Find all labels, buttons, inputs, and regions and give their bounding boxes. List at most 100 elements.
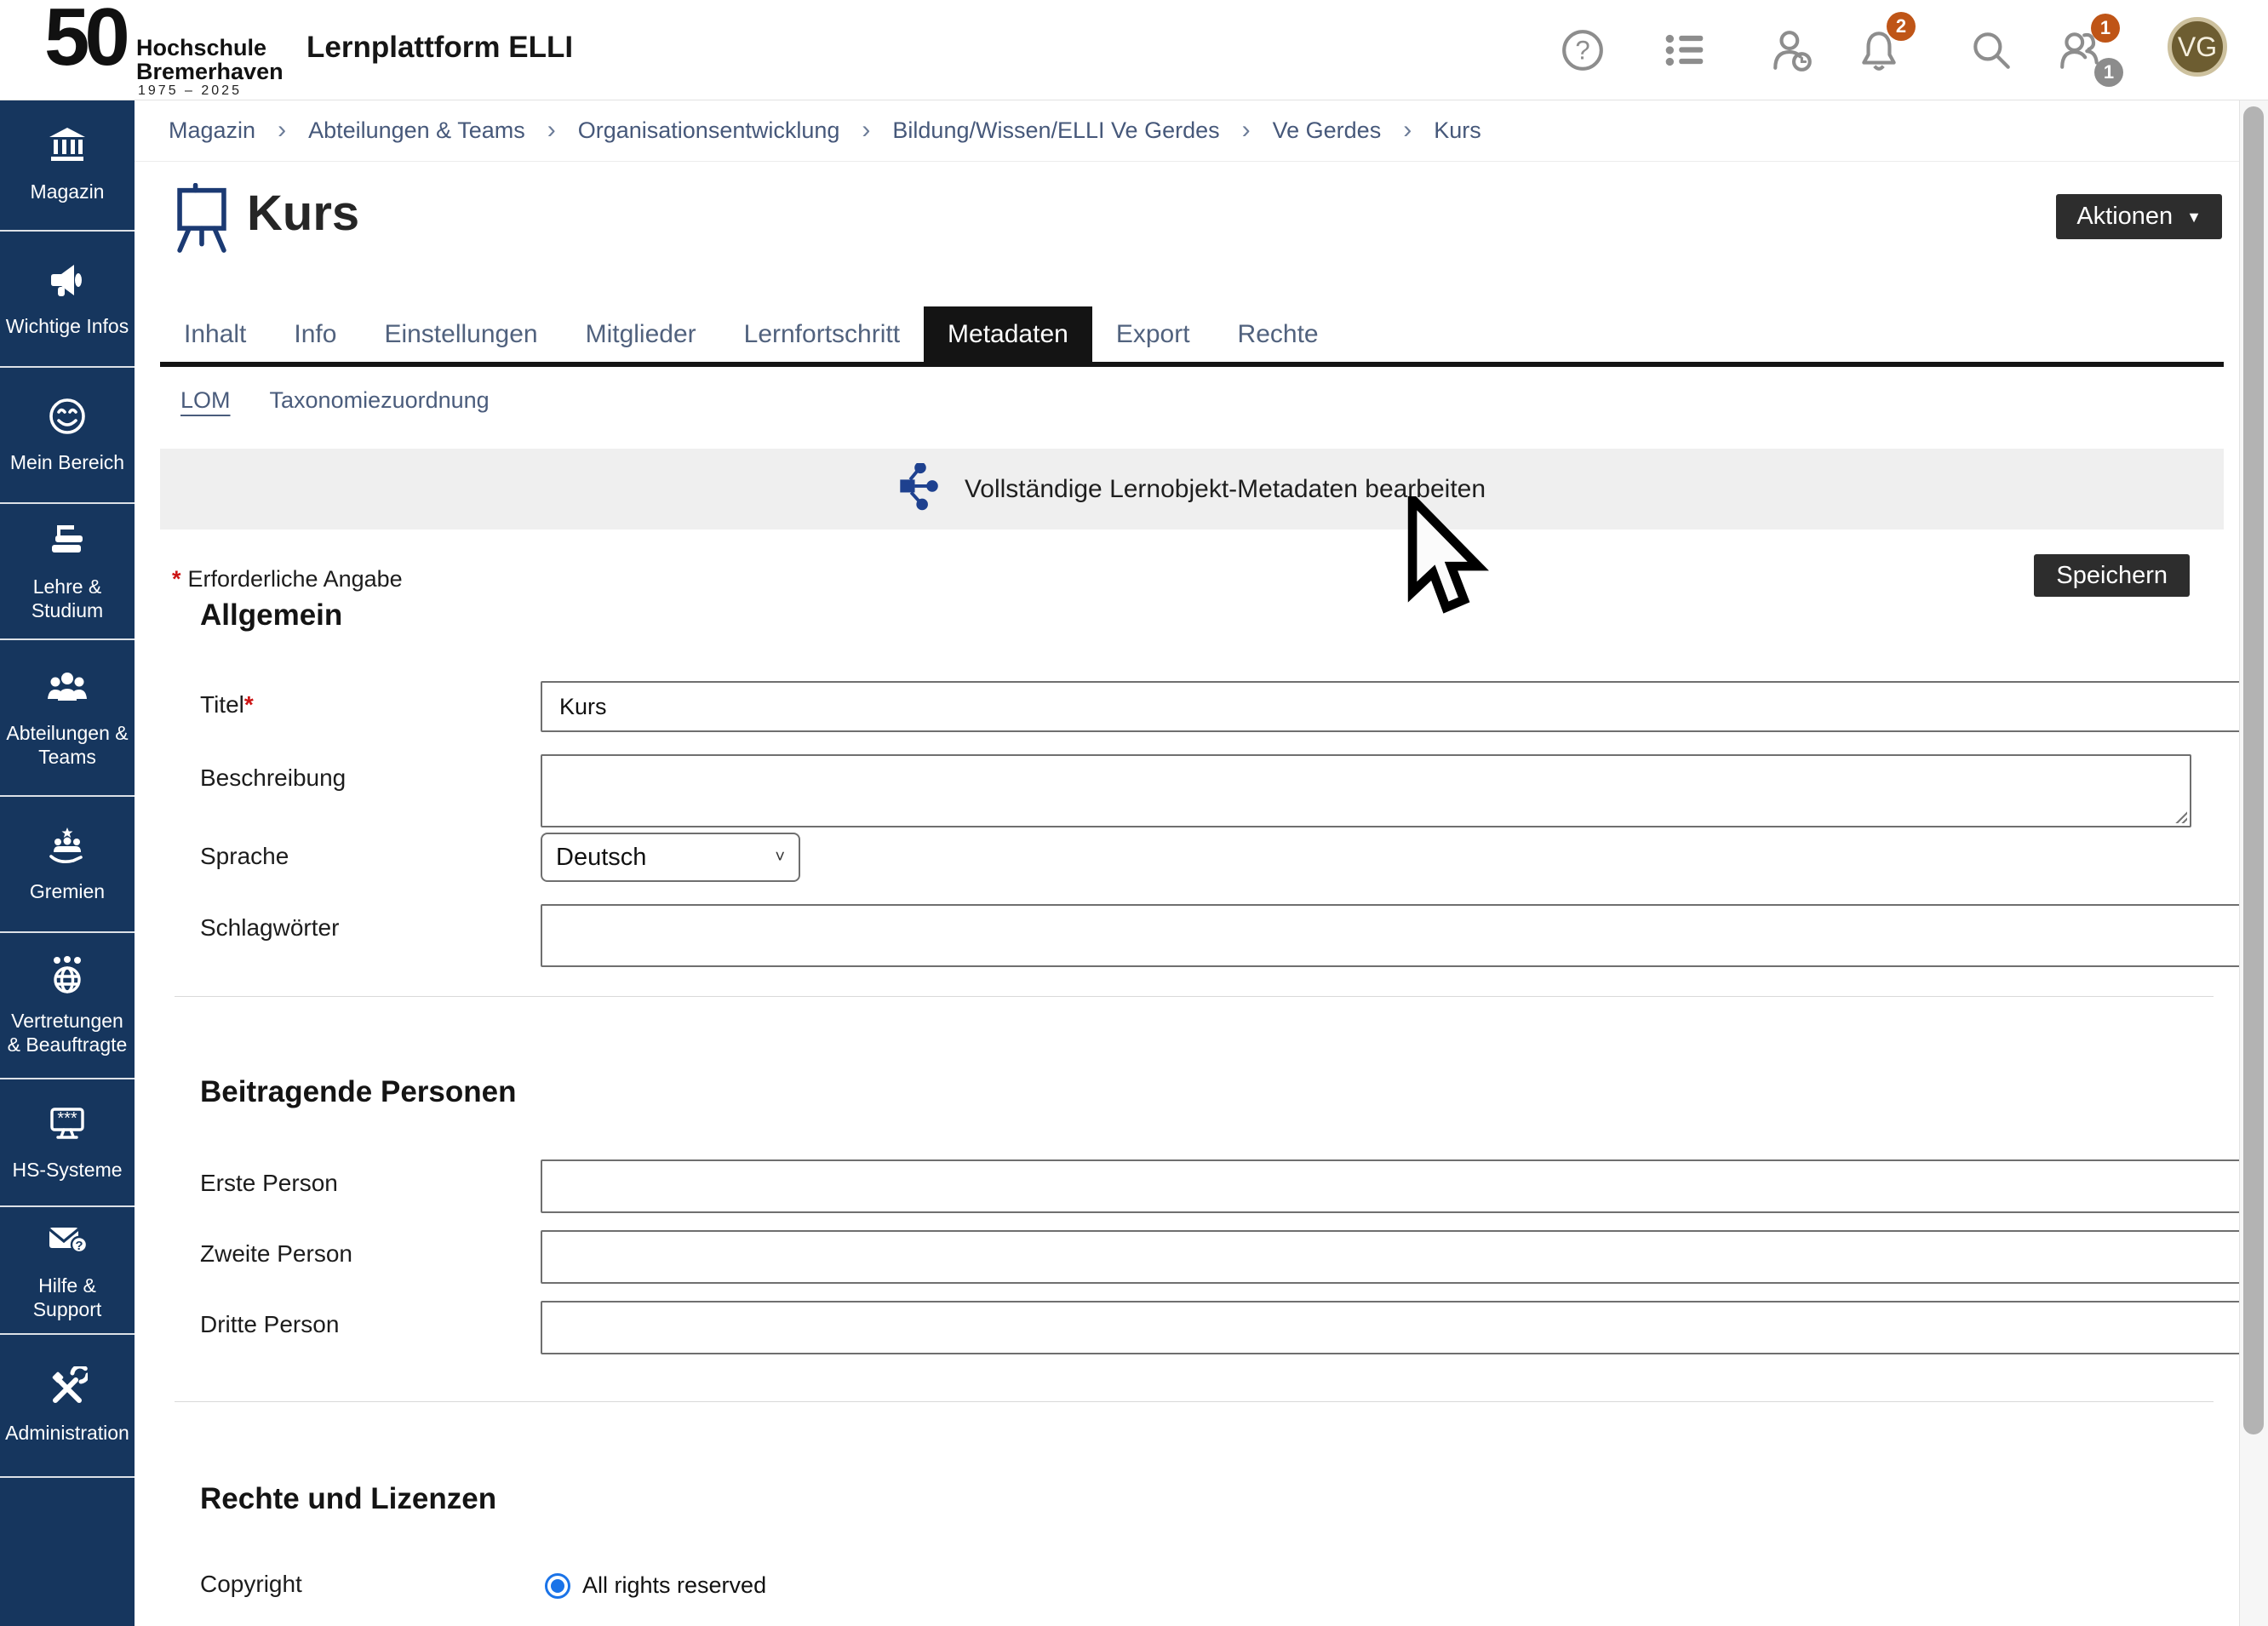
help-icon[interactable]: ? [1560, 27, 1606, 73]
tab-lernfortschritt[interactable]: Lernfortschritt [720, 306, 924, 362]
tab-inhalt[interactable]: Inhalt [160, 306, 270, 362]
chevron-right-icon: › [278, 116, 286, 145]
sidebar-item-label: Hilfe & Support [0, 1274, 135, 1320]
people-group-icon [47, 667, 88, 712]
sidebar-item-administration[interactable]: Administration [0, 1335, 135, 1478]
bank-icon [47, 125, 88, 170]
committee-icon [47, 825, 88, 870]
breadcrumb-item[interactable]: Magazin [169, 117, 255, 144]
sidebar-item-hs-systeme[interactable]: *** HS-Systeme [0, 1079, 135, 1207]
hochschule-bremerhaven-logo[interactable]: 50 Hochschule Bremerhaven 1975 – 2025 [44, 2, 300, 97]
scrollbar-thumb[interactable] [2243, 106, 2264, 1434]
avatar[interactable]: VG [2168, 17, 2227, 77]
sidebar-item-label: Magazin [27, 180, 108, 203]
breadcrumb-item[interactable]: Abteilungen & Teams [308, 117, 525, 144]
contacts-badge-other: 1 [2094, 58, 2123, 87]
copyright-radio-row: All rights reserved [545, 1572, 766, 1599]
sidebar-item-label: Mein Bereich [7, 451, 128, 474]
field-label-zweite-person: Zweite Person [200, 1240, 352, 1268]
sidebar-item-magazin[interactable]: Magazin [0, 100, 135, 232]
course-easel-icon [172, 183, 232, 259]
required-asterisk: * [244, 691, 254, 718]
logo-50: 50 [44, 0, 125, 78]
chevron-right-icon: › [547, 116, 556, 145]
aktionen-button[interactable]: Aktionen▼ [2056, 194, 2222, 239]
sidebar-item-label: HS-Systeme [9, 1159, 125, 1182]
subtab-lom[interactable]: LOM [180, 387, 231, 414]
app-title: Lernplattform ELLI [306, 31, 573, 65]
chevron-down-icon: ˅ [775, 848, 785, 867]
sidebar-item-mein-bereich[interactable]: Mein Bereich [0, 368, 135, 504]
field-label-copyright: Copyright [200, 1571, 302, 1598]
breadcrumb-item[interactable]: Bildung/Wissen/ELLI Ve Gerdes [892, 117, 1219, 144]
required-asterisk: * [172, 566, 181, 592]
app-window: 50 Hochschule Bremerhaven 1975 – 2025 Le… [0, 0, 2268, 1626]
section-title-beitragende: Beitragende Personen [200, 1075, 517, 1109]
sidebar-item-abteilungen-teams[interactable]: Abteilungen & Teams [0, 640, 135, 797]
tools-icon [47, 1366, 88, 1411]
sidebar-item-label: Lehre & Studium [0, 575, 135, 621]
svg-text:***: *** [57, 1109, 77, 1128]
erste-person-input[interactable] [541, 1159, 2268, 1213]
books-icon [47, 520, 88, 565]
top-header: 50 Hochschule Bremerhaven 1975 – 2025 Le… [0, 0, 2268, 100]
bell-icon[interactable]: 2 [1856, 27, 1902, 73]
tab-info[interactable]: Info [270, 306, 360, 362]
field-label-schlagwoerter: Schlagwörter [200, 914, 339, 942]
caret-down-icon: ▼ [2186, 209, 2202, 225]
notification-badge: 2 [1887, 12, 1916, 41]
tab-mitglieder[interactable]: Mitglieder [562, 306, 720, 362]
list-icon[interactable] [1662, 27, 1708, 73]
breadcrumb-item[interactable]: Organisationsentwicklung [578, 117, 840, 144]
field-label-dritte-person: Dritte Person [200, 1311, 339, 1338]
user-status-icon[interactable] [1769, 27, 1815, 73]
required-hint: *Erforderliche Angabe [172, 566, 403, 593]
banner-label: Vollständige Lernobjekt-Metadaten bearbe… [965, 475, 1486, 504]
section-title-allgemein: Allgemein [200, 598, 342, 633]
tab-metadaten[interactable]: Metadaten [924, 306, 1092, 362]
tab-rechte[interactable]: Rechte [1214, 306, 1343, 362]
contacts-icon[interactable]: 1 1 [2057, 27, 2103, 73]
sidebar-filler [0, 1478, 135, 1626]
sidebar-item-lehre-studium[interactable]: Lehre & Studium [0, 504, 135, 640]
globe-people-icon [47, 954, 88, 999]
sidebar-item-label: Wichtige Infos [3, 315, 132, 338]
sidebar-item-label: Administration [2, 1422, 133, 1445]
chevron-right-icon: › [1242, 116, 1251, 145]
search-icon[interactable] [1968, 27, 2014, 73]
field-label-sprache: Sprache [200, 843, 289, 870]
dritte-person-input[interactable] [541, 1301, 2268, 1354]
schlagwoerter-input[interactable] [541, 904, 2268, 967]
tab-export[interactable]: Export [1092, 306, 1214, 362]
edit-full-metadata-banner[interactable]: Vollständige Lernobjekt-Metadaten bearbe… [160, 449, 2224, 530]
sidebar-item-wichtige-infos[interactable]: Wichtige Infos [0, 232, 135, 368]
sprache-select[interactable]: Deutsch˅ [541, 833, 800, 882]
sidebar-item-hilfe-support[interactable]: ? Hilfe & Support [0, 1207, 135, 1335]
titel-input[interactable] [541, 681, 2268, 732]
section-divider [175, 1401, 2214, 1402]
breadcrumb: Magazin › Abteilungen & Teams › Organisati… [135, 100, 2239, 162]
sidebar-item-vertretungen[interactable]: Vertretungen & Beauftragte [0, 933, 135, 1079]
tab-einstellungen[interactable]: Einstellungen [360, 306, 561, 362]
field-label-erste-person: Erste Person [200, 1170, 338, 1197]
copyright-option-label: All rights reserved [582, 1572, 766, 1599]
breadcrumb-item[interactable]: Ve Gerdes [1273, 117, 1382, 144]
megaphone-icon [47, 260, 88, 305]
logo-line2: Bremerhaven [136, 60, 284, 83]
subtab-taxonomiezuordnung[interactable]: Taxonomiezuordnung [270, 387, 490, 414]
sidebar-item-gremien[interactable]: Gremien [0, 797, 135, 933]
logo-years: 1975 – 2025 [138, 83, 242, 99]
metadata-hub-icon [898, 463, 942, 515]
speichern-button[interactable]: Speichern [2034, 554, 2190, 597]
breadcrumb-item[interactable]: Kurs [1434, 117, 1481, 144]
sidebar-item-label: Abteilungen & Teams [0, 722, 135, 768]
beschreibung-textarea-wrap [541, 754, 2191, 827]
svg-text:?: ? [75, 1239, 83, 1253]
zweite-person-input[interactable] [541, 1230, 2268, 1284]
chevron-right-icon: › [862, 116, 870, 145]
logo-line1: Hochschule [136, 36, 284, 60]
beschreibung-textarea[interactable] [541, 754, 2191, 827]
main-content: Magazin › Abteilungen & Teams › Organisati… [135, 100, 2239, 1626]
copyright-radio-selected[interactable] [545, 1573, 570, 1599]
sidebar-item-label: Gremien [26, 880, 108, 903]
